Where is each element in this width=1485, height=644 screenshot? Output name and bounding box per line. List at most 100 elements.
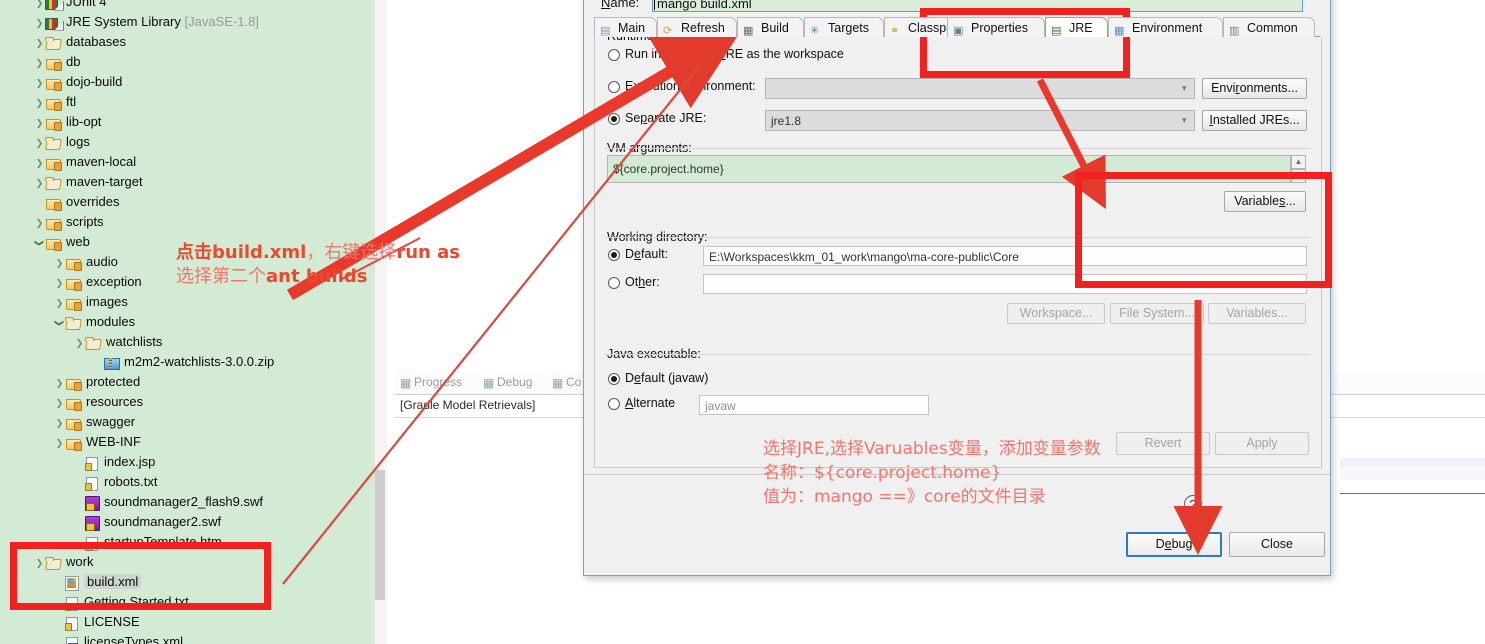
chevron-right-icon[interactable]: ❯: [54, 373, 65, 393]
tree-item-watchlists[interactable]: ❯ watchlists: [0, 332, 163, 353]
chevron-right-icon[interactable]: ❯: [34, 133, 45, 153]
tab-environment[interactable]: ▦ Environment: [1108, 17, 1223, 37]
tree-item-soundmanager2-swf[interactable]: soundmanager2.swf: [0, 512, 221, 532]
tab-refresh[interactable]: ⟳ Refresh: [657, 17, 737, 37]
tree-item-web-inf[interactable]: ❯ WEB-INF: [0, 432, 141, 452]
apply-button[interactable]: Apply: [1215, 432, 1309, 455]
tree-item-resources[interactable]: ❯ resources: [0, 392, 143, 412]
tree-item-maven-target[interactable]: ❯ maven-target: [0, 172, 143, 192]
tree-item-databases[interactable]: ❯ databases: [0, 32, 126, 52]
tree-item-dojo-build[interactable]: ❯ dojo-build: [0, 72, 122, 92]
tree-item-images[interactable]: ❯ images: [0, 292, 128, 312]
tree-item-protected[interactable]: ❯ protected: [0, 372, 140, 392]
tab-jre[interactable]: ▤ JRE: [1045, 17, 1108, 37]
chevron-right-icon[interactable]: ❯: [54, 433, 65, 453]
environments-button[interactable]: Environments...: [1202, 78, 1307, 99]
revert-button[interactable]: Revert: [1116, 432, 1210, 455]
radio-working-dir-other[interactable]: [608, 277, 620, 289]
radio-run-same-jre[interactable]: [608, 49, 620, 61]
chevron-down-icon-exec-env[interactable]: ▾: [1182, 83, 1187, 94]
chevron-right-icon[interactable]: ❯: [34, 53, 45, 73]
tree-scrollbar-thumb[interactable]: [375, 470, 385, 600]
console-tab-debug[interactable]: ▦ Debug: [483, 375, 532, 390]
chevron-right-icon[interactable]: ❯: [34, 213, 45, 233]
vm-arguments-textarea[interactable]: ${core.project.home}: [607, 155, 1291, 183]
package-explorer-tree[interactable]: ❯ JUnit 4 ❯ JRE System Library [JavaSE-1.8]…: [0, 0, 374, 644]
chevron-right-icon[interactable]: ❯: [34, 553, 45, 573]
tab-label: Build: [761, 21, 789, 35]
tree-item-build-xml[interactable]: build.xml: [0, 572, 142, 592]
background-band-a: [1340, 458, 1485, 466]
radio-execution-environment[interactable]: [608, 81, 620, 93]
tree-item-lib-opt[interactable]: ❯ lib-opt: [0, 112, 101, 132]
tree-item-logs[interactable]: ❯ logs: [0, 132, 90, 152]
vm-args-scroll-up[interactable]: ▲: [1291, 155, 1306, 169]
chevron-right-icon[interactable]: ❯: [54, 393, 65, 413]
chevron-right-icon[interactable]: ❯: [34, 73, 45, 93]
tree-item-audio[interactable]: ❯ audio: [0, 252, 118, 272]
tree-item-license[interactable]: LICENSE: [0, 612, 140, 632]
tree-item-swagger[interactable]: ❯ swagger: [0, 412, 135, 432]
chevron-right-icon[interactable]: ❯: [54, 273, 65, 293]
tree-item-getting-started-txt[interactable]: Getting Started.txt: [0, 592, 189, 612]
chevron-right-icon[interactable]: ❯: [34, 93, 45, 113]
dialog-tabstrip[interactable]: ▤ Main ⟳ Refresh ▦ Build ✳ Targets ⚭ Classpath ▣ Pr…: [594, 17, 1320, 37]
vm-args-scroll-down[interactable]: ▼: [1291, 169, 1306, 183]
console-tab-co[interactable]: ▦ Co: [552, 375, 581, 390]
chevron-right-icon[interactable]: ❯: [74, 333, 85, 353]
chevron-down-icon-separate-jre[interactable]: ▾: [1182, 115, 1187, 126]
tree-item-exception[interactable]: ❯ exception: [0, 272, 142, 292]
chevron-right-icon[interactable]: ❯: [54, 293, 65, 313]
tab-properties[interactable]: ▣ Properties: [947, 17, 1045, 37]
help-icon[interactable]: ?: [1184, 495, 1202, 513]
radio-java-exec-default[interactable]: [608, 373, 620, 385]
tree-item-label: db: [66, 54, 81, 69]
tree-item-index-jsp[interactable]: index.jsp: [0, 452, 155, 472]
execution-environment-combo[interactable]: [765, 78, 1195, 99]
file-system-button[interactable]: File System...: [1110, 303, 1204, 324]
tree-item-ftl[interactable]: ❯ ftl: [0, 92, 76, 112]
chevron-right-icon[interactable]: ❯: [34, 33, 45, 53]
chevron-right-icon[interactable]: ❯: [54, 253, 65, 273]
tree-item-overrides[interactable]: overrides: [0, 192, 119, 212]
tab-common[interactable]: ▥ Common: [1223, 17, 1315, 37]
configuration-name-input[interactable]: mango build.xml: [652, 0, 1303, 12]
tree-item-maven-local[interactable]: ❯ maven-local: [0, 152, 136, 172]
tab-build[interactable]: ▦ Build: [737, 17, 804, 37]
tab-targets[interactable]: ✳ Targets: [804, 17, 884, 37]
tab-main[interactable]: ▤ Main: [594, 17, 657, 37]
debug-button[interactable]: Debug: [1126, 532, 1222, 557]
tree-item-junit-4[interactable]: ❯ JUnit 4: [0, 0, 106, 12]
tree-item-label: swagger: [86, 414, 136, 429]
chevron-right-icon[interactable]: ❯: [34, 173, 45, 193]
tree-item-web[interactable]: ❯ web: [0, 232, 90, 252]
background-band-b: [1340, 466, 1485, 480]
java-exec-alternate-input[interactable]: javaw: [699, 395, 929, 415]
radio-working-dir-default[interactable]: [608, 249, 620, 261]
chevron-right-icon[interactable]: ❯: [54, 413, 65, 433]
working-dir-other-input[interactable]: [703, 274, 1307, 294]
tree-item-jre-system-library[interactable]: ❯ JRE System Library [JavaSE-1.8]: [0, 12, 259, 32]
tree-item-licensetypes-xml[interactable]: licenseTypes.xml: [0, 632, 183, 644]
close-button[interactable]: Close: [1229, 532, 1325, 557]
vm-arguments-variables-button[interactable]: Variables...: [1224, 191, 1306, 212]
working-dir-variables-button[interactable]: Variables...: [1208, 303, 1306, 324]
console-tab-progress[interactable]: ▦ Progress: [400, 375, 462, 390]
installed-jres-button[interactable]: Installed JREs...: [1202, 110, 1307, 131]
separate-jre-combo[interactable]: jre1.8: [765, 110, 1195, 131]
tree-item-startuptemplate-htm[interactable]: startupTemplate.htm: [0, 532, 222, 552]
tree-item-db[interactable]: ❯ db: [0, 52, 80, 72]
chevron-right-icon[interactable]: ❯: [34, 13, 45, 33]
tree-item-work[interactable]: ❯ work: [0, 552, 94, 573]
tree-item-m2m2-watchlists-3-0-0-zip[interactable]: m2m2-watchlists-3.0.0.zip: [0, 352, 274, 372]
radio-separate-jre[interactable]: [608, 113, 620, 125]
tree-item-robots-txt[interactable]: robots.txt: [0, 472, 157, 492]
chevron-right-icon[interactable]: ❯: [34, 153, 45, 173]
tree-item-scripts[interactable]: ❯ scripts: [0, 212, 104, 232]
radio-java-exec-alternate[interactable]: [608, 398, 620, 410]
tree-item-modules[interactable]: ❯ modules: [0, 312, 136, 332]
workspace-button[interactable]: Workspace...: [1007, 303, 1105, 324]
chevron-right-icon[interactable]: ❯: [34, 113, 45, 133]
tree-item-soundmanager2-flash9-swf[interactable]: soundmanager2_flash9.swf: [0, 492, 263, 512]
chevron-right-icon[interactable]: ❯: [34, 0, 45, 13]
